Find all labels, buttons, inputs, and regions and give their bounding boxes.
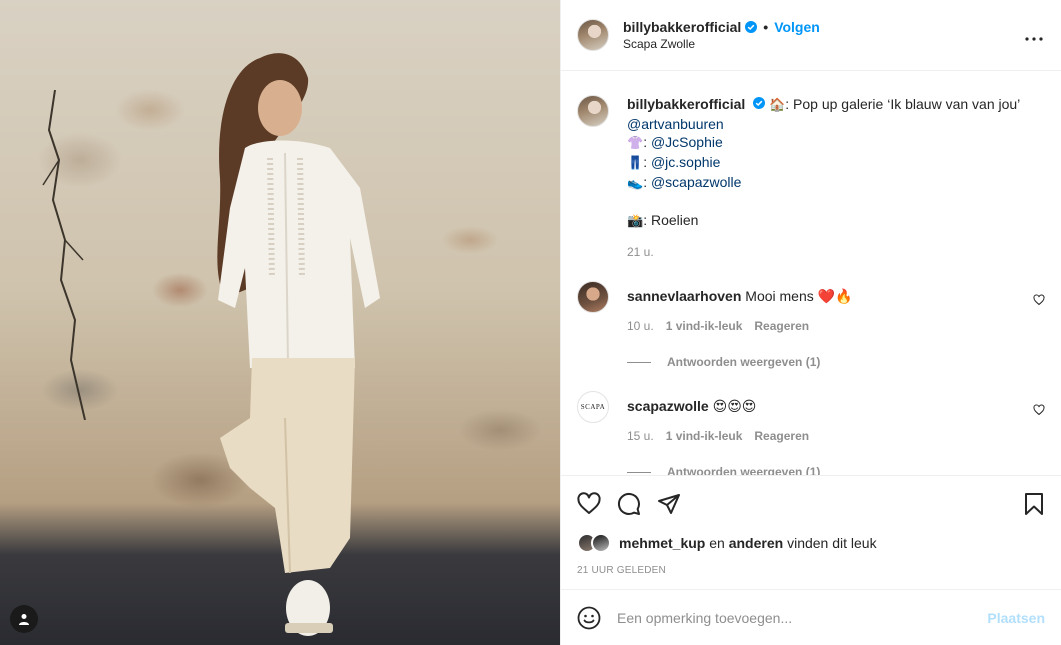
share-icon — [658, 493, 680, 514]
posted-time[interactable]: 21 UUR GELEDEN — [561, 565, 1061, 576]
caption-line-4: 👖: @jc.sophie — [627, 153, 1045, 173]
wall-crack — [42, 90, 86, 420]
replies-divider — [627, 361, 651, 363]
likes-suffix: vinden dit leuk — [787, 535, 877, 551]
comment-body: sannevlaarhoven Mooi mens ❤️🔥 10 u. 1 vi… — [627, 281, 1045, 369]
comment-like-button[interactable] — [1033, 403, 1045, 419]
post-panel: billybakkerofficial • Volgen Scapa Zwoll… — [560, 0, 1061, 645]
caption-separator: : — [643, 134, 651, 150]
caption-separator: : — [643, 154, 651, 170]
comment-time[interactable]: 15 u. — [627, 429, 654, 443]
mention-link[interactable]: @scapazwolle — [651, 174, 741, 190]
heart-icon — [577, 491, 601, 514]
caption-body: billybakkerofficial 🏠: Pop up galerie ‘I… — [627, 95, 1045, 259]
avatar — [591, 533, 611, 553]
comment-line: sannevlaarhoven Mooi mens ❤️🔥 — [627, 287, 1045, 305]
user-tag-button[interactable] — [10, 605, 38, 633]
caption-line-6: 📸: Roelien — [627, 211, 1045, 231]
caption-line-1: billybakkerofficial 🏠: Pop up galerie ‘I… — [627, 95, 1045, 115]
comment-text: 😍😍😍 — [712, 398, 757, 414]
reply-button[interactable]: Reageren — [754, 319, 809, 333]
avatar[interactable] — [577, 19, 609, 51]
comment-input[interactable] — [617, 609, 988, 626]
comment-body: scapazwolle 😍😍😍 15 u. 1 vind-ik-leuk Rea… — [627, 391, 1045, 475]
comment-time[interactable]: 10 u. — [627, 319, 654, 333]
bookmark-icon — [1025, 493, 1043, 515]
post-photo[interactable] — [0, 0, 560, 645]
view-replies-label: Antwoorden weergeven (1) — [667, 355, 821, 369]
add-comment-bar: Plaatsen — [561, 589, 1061, 645]
camera-emoji: 📸 — [627, 214, 644, 229]
view-replies-button[interactable]: Antwoorden weergeven (1) — [627, 465, 1045, 475]
avatar[interactable] — [577, 95, 609, 127]
user-tag-icon — [19, 614, 29, 625]
emoji-icon — [577, 606, 601, 629]
follow-button[interactable]: Volgen — [774, 19, 820, 35]
author-username[interactable]: billybakkerofficial — [623, 19, 741, 35]
action-bar — [561, 475, 1061, 531]
likes-summary: mehmet_kup en anderen vinden dit leuk — [561, 531, 1061, 555]
caption-username[interactable]: billybakkerofficial — [627, 96, 745, 112]
post-modal: billybakkerofficial • Volgen Scapa Zwoll… — [0, 0, 1061, 645]
comment-item: sannevlaarhoven Mooi mens ❤️🔥 10 u. 1 vi… — [577, 281, 1045, 369]
heart-icon — [1033, 294, 1045, 306]
comment-username[interactable]: sannevlaarhoven — [627, 288, 741, 304]
more-options-icon — [1025, 37, 1043, 41]
caption-line-2: @artvanbuuren — [627, 115, 1045, 133]
author-info: billybakkerofficial • Volgen Scapa Zwoll… — [623, 19, 820, 51]
caption: billybakkerofficial 🏠: Pop up galerie ‘I… — [577, 95, 1045, 259]
verified-badge-icon — [753, 97, 766, 109]
heart-icon — [1033, 404, 1045, 416]
replies-divider — [627, 471, 651, 473]
caption-line-5: 👟: @scapazwolle — [627, 173, 1045, 193]
liker-avatars[interactable] — [577, 533, 611, 553]
emoji-button[interactable] — [577, 606, 601, 630]
comment-likes[interactable]: 1 vind-ik-leuk — [666, 319, 743, 333]
mention-link[interactable]: @JcSophie — [651, 134, 723, 150]
avatar[interactable]: SCAPA — [577, 391, 609, 423]
likes-others-link[interactable]: anderen — [729, 535, 783, 551]
caption-separator: : — [643, 174, 651, 190]
like-button[interactable] — [577, 491, 601, 516]
comment-item: SCAPA scapazwolle 😍😍😍 15 u. 1 vind-ik-le… — [577, 391, 1045, 475]
shirt-emoji: 👚 — [627, 136, 644, 151]
comment-meta: 10 u. 1 vind-ik-leuk Reageren — [627, 319, 1045, 333]
post-comment-button[interactable]: Plaatsen — [987, 610, 1045, 626]
location-link[interactable]: Scapa Zwolle — [623, 37, 820, 51]
share-button[interactable] — [657, 492, 681, 516]
comment-text: Mooi mens ❤️🔥 — [745, 288, 853, 304]
verified-badge-icon — [745, 21, 758, 33]
jeans-emoji: 👖 — [627, 156, 644, 171]
comments-list[interactable]: billybakkerofficial 🏠: Pop up galerie ‘I… — [561, 71, 1061, 475]
separator-dot: • — [763, 19, 769, 35]
comment-username[interactable]: scapazwolle — [627, 398, 709, 414]
view-replies-label: Antwoorden weergeven (1) — [667, 465, 821, 475]
comment-meta: 15 u. 1 vind-ik-leuk Reageren — [627, 429, 1045, 443]
comment-likes[interactable]: 1 vind-ik-leuk — [666, 429, 743, 443]
person-figure — [217, 53, 380, 636]
caption-text: : Pop up galerie ‘Ik blauw van van jou’ — [785, 96, 1021, 112]
comment-icon — [617, 492, 640, 515]
mention-link[interactable]: @artvanbuuren — [627, 116, 724, 132]
shoe-emoji: 👟 — [627, 176, 644, 191]
save-button[interactable] — [1023, 492, 1045, 519]
post-header: billybakkerofficial • Volgen Scapa Zwoll… — [561, 0, 1061, 71]
avatar[interactable] — [577, 281, 609, 313]
liker-username[interactable]: mehmet_kup — [619, 535, 705, 551]
comment-button[interactable] — [617, 492, 641, 516]
comment-line: scapazwolle 😍😍😍 — [627, 397, 1045, 415]
caption-time[interactable]: 21 u. — [627, 245, 1045, 259]
comment-like-button[interactable] — [1033, 293, 1045, 309]
caption-text: : Roelien — [643, 212, 699, 228]
caption-line-3: 👚: @JcSophie — [627, 133, 1045, 153]
reply-button[interactable]: Reageren — [754, 429, 809, 443]
author-row: billybakkerofficial • Volgen — [623, 19, 820, 35]
more-options-button[interactable] — [1025, 28, 1043, 44]
house-emoji: 🏠 — [769, 98, 786, 113]
likes-and: en — [709, 535, 725, 551]
mention-link[interactable]: @jc.sophie — [651, 154, 720, 170]
view-replies-button[interactable]: Antwoorden weergeven (1) — [627, 355, 1045, 369]
